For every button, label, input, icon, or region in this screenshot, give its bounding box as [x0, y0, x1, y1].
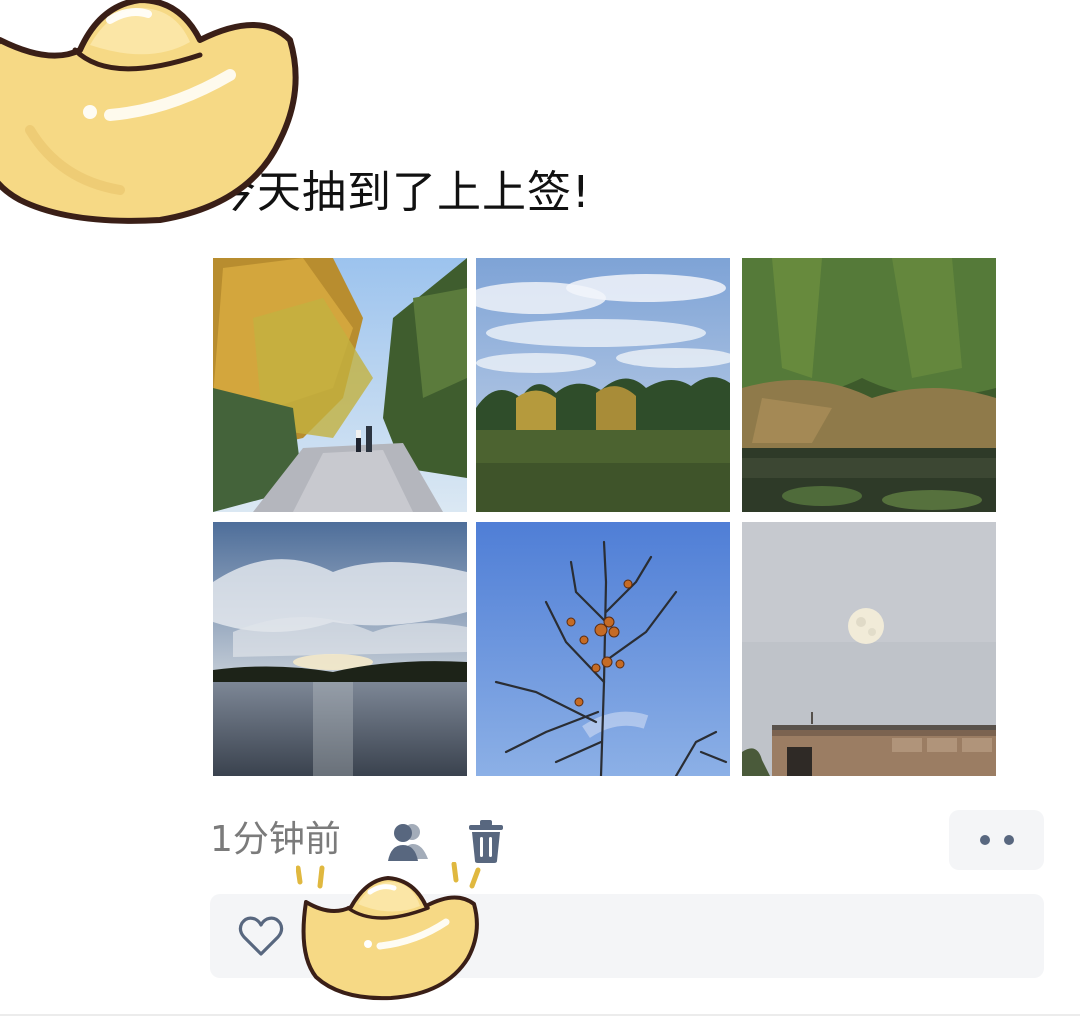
- photo-lake-sunset[interactable]: [213, 522, 467, 776]
- divider: [0, 1014, 1080, 1016]
- more-dots-icon: [979, 835, 990, 845]
- photo-persimmon-tree[interactable]: [476, 522, 730, 776]
- photo-pond-bank[interactable]: [742, 258, 996, 512]
- post-time: 1分钟前: [210, 819, 341, 860]
- more-button[interactable]: [949, 810, 1044, 870]
- photo-moon[interactable]: [742, 522, 996, 776]
- gold-ingot-sticker-bottom: [295, 861, 482, 1004]
- photo-cloudy-meadow[interactable]: [476, 258, 730, 512]
- photo-autumn-path[interactable]: [213, 258, 467, 512]
- trash-icon[interactable]: [461, 816, 511, 866]
- photo-grid: [213, 258, 999, 776]
- users-icon[interactable]: [383, 816, 433, 866]
- heart-outline-icon[interactable]: [236, 911, 286, 961]
- gold-ingot-sticker-top: [0, 0, 305, 230]
